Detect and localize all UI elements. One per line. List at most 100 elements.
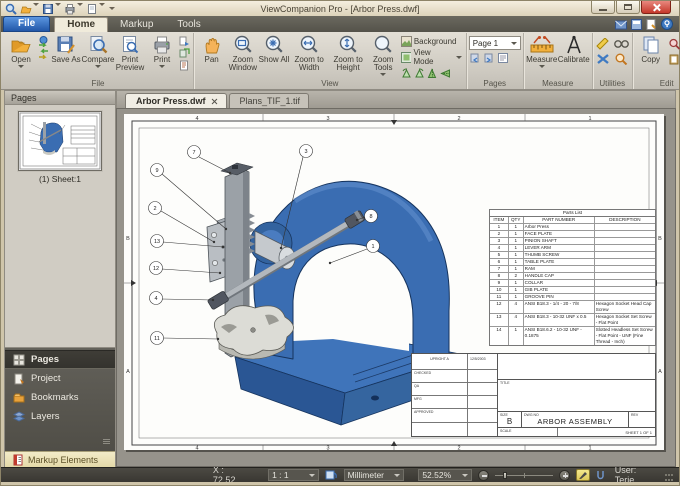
balloon: 11 xyxy=(151,332,219,345)
parts-list-cell: ANSI B18.6.2 - 10-32 UNF - 0.1875 xyxy=(524,327,595,345)
pan-button[interactable]: Pan xyxy=(196,34,227,64)
magnifier-tool-icon[interactable] xyxy=(614,53,629,65)
symbols-tool-icon[interactable] xyxy=(596,53,610,65)
qat-customize-button[interactable] xyxy=(109,7,115,10)
measure-group-label: Measure xyxy=(526,79,590,89)
help-icon[interactable] xyxy=(661,18,673,30)
doc-tab-plans-tif[interactable]: Plans_TIF_1.tif xyxy=(229,93,310,108)
open-quick-button[interactable] xyxy=(20,3,39,15)
zoom-window-button[interactable]: Zoom Window xyxy=(227,34,258,72)
minimize-button[interactable] xyxy=(591,1,615,14)
zoom-dropdown[interactable]: 52.52% xyxy=(418,469,472,481)
background-toggle[interactable]: Background xyxy=(401,36,462,47)
select-zoom-icon[interactable] xyxy=(668,38,680,50)
doc-tab-arbor-press[interactable]: Arbor Press.dwf xyxy=(125,93,227,108)
parts-list-cell: Hexagon Socket Set Screw - Flat Point xyxy=(595,314,655,327)
svg-text:1: 1 xyxy=(588,116,591,122)
zoom-to-width-button[interactable]: Zoom to Width xyxy=(290,34,329,72)
paste-icon[interactable] xyxy=(668,53,680,65)
scale-dropdown[interactable]: 1 : 1 xyxy=(268,469,319,481)
tab-tools[interactable]: Tools xyxy=(165,18,212,32)
print-quick-button[interactable] xyxy=(64,3,83,15)
parts-list-cell: 14 xyxy=(490,327,509,345)
file-properties-icon[interactable] xyxy=(179,60,190,71)
close-button[interactable] xyxy=(641,1,671,14)
page-select-dropdown[interactable]: Page 1 xyxy=(469,36,521,50)
calibrate-button[interactable]: Calibrate xyxy=(558,34,590,64)
next-page-icon[interactable] xyxy=(483,52,495,64)
parts-list-cell: ANSI B18.3 - 1/4 - 20 - 7/8 xyxy=(524,301,595,314)
approved-label: APPROVED xyxy=(412,409,467,422)
tab-file[interactable]: File xyxy=(3,16,50,32)
page-setup-icon[interactable] xyxy=(497,52,509,64)
next-file-icon[interactable] xyxy=(38,48,49,59)
print-preview-button[interactable]: Print Preview xyxy=(114,34,146,72)
snap-icon[interactable] xyxy=(596,470,605,480)
minimize-icon xyxy=(599,9,607,11)
sidebar-item-pages[interactable]: Pages xyxy=(5,350,115,369)
utilities-group-label: Utilities xyxy=(595,79,630,89)
measure-button[interactable]: Measure xyxy=(526,34,558,68)
svg-text:2: 2 xyxy=(457,116,460,122)
zoom-slider-thumb[interactable] xyxy=(503,472,507,479)
maximize-button[interactable] xyxy=(616,1,640,14)
orientation-icon[interactable] xyxy=(325,469,338,481)
app-icon[interactable] xyxy=(5,3,17,15)
previous-page-icon[interactable] xyxy=(469,52,481,64)
zoom-slider[interactable] xyxy=(495,470,554,481)
send-mail-icon[interactable] xyxy=(615,19,627,30)
doc-tab-close-icon[interactable] xyxy=(211,98,218,105)
sidebar-item-project[interactable]: Project xyxy=(5,369,115,388)
find-tool-icon[interactable] xyxy=(614,38,629,50)
compare-button[interactable]: Compare xyxy=(82,34,114,68)
drawing-canvas[interactable]: 4321 4321 BA BA xyxy=(116,108,676,467)
zoom-in-button[interactable] xyxy=(559,470,570,481)
save-as-button[interactable]: Save As xyxy=(50,34,82,64)
markup-pen-button[interactable] xyxy=(576,469,590,481)
show-all-button[interactable]: Show All xyxy=(258,34,289,64)
export-file-icon[interactable] xyxy=(179,48,190,59)
flip-vertical-icon[interactable] xyxy=(440,68,451,79)
preview-quick-button[interactable] xyxy=(86,3,105,15)
pan-icon xyxy=(202,35,222,55)
stamp-tool-icon[interactable] xyxy=(596,38,610,50)
resize-grip[interactable] xyxy=(665,474,673,482)
zoom-tools-button[interactable]: Zoom Tools xyxy=(368,34,399,76)
zoom-out-button[interactable] xyxy=(478,470,489,481)
copy-button[interactable]: Copy xyxy=(635,34,667,64)
open-button[interactable]: Open xyxy=(5,34,37,68)
sidebar-item-layers[interactable]: Layers xyxy=(5,407,115,426)
rotate-left-icon[interactable] xyxy=(401,68,412,79)
previous-file-icon[interactable] xyxy=(38,36,49,47)
parts-list-cell: 1 xyxy=(509,231,524,238)
tab-home[interactable]: Home xyxy=(54,17,108,32)
zoom-window-icon xyxy=(233,35,253,55)
markup-elements-tab[interactable]: Markup Elements xyxy=(5,451,115,467)
print-button[interactable]: Print xyxy=(146,34,178,68)
title-bar[interactable]: ViewCompanion Pro - [Arbor Press.dwf] xyxy=(1,1,679,16)
tab-markup[interactable]: Markup xyxy=(108,18,165,32)
ribbon-group-file: Open Save As Compare Print Preview xyxy=(3,33,194,89)
drawing-sheet[interactable]: 4321 4321 BA BA xyxy=(124,114,664,450)
convert-file-icon[interactable] xyxy=(179,36,190,47)
rotate-right-icon[interactable] xyxy=(414,68,425,79)
save-quick-button[interactable] xyxy=(42,3,61,15)
parts-list-row: 31PINION SHAFT xyxy=(490,238,655,245)
parts-list-cell: GROOVE PIN xyxy=(524,294,595,301)
flip-horizontal-icon[interactable] xyxy=(427,68,438,79)
parts-list-rows: 11Arbor Press21FACE PLATE31PINION SHAFT4… xyxy=(490,224,655,345)
units-dropdown[interactable]: Millimeter xyxy=(344,469,405,481)
options-icon[interactable] xyxy=(646,19,657,30)
parts-list-cell: RAM xyxy=(524,266,595,273)
sidebar-item-bookmarks[interactable]: Bookmarks xyxy=(5,388,115,407)
sidebar-item-label: Pages xyxy=(31,354,59,365)
parts-list-cell: 4 xyxy=(490,245,509,252)
parts-list-cell xyxy=(595,294,655,301)
parts-list-col: QTY xyxy=(509,217,524,224)
view-mode-dropdown[interactable]: View Mode xyxy=(401,48,462,66)
page-thumbnail[interactable] xyxy=(18,111,102,171)
window-layout-icon[interactable] xyxy=(631,19,642,30)
parts-list-row: 91COLLAR xyxy=(490,280,655,287)
zoom-to-height-button[interactable]: Zoom to Height xyxy=(329,34,368,72)
panel-collapse-handle[interactable] xyxy=(101,435,111,447)
